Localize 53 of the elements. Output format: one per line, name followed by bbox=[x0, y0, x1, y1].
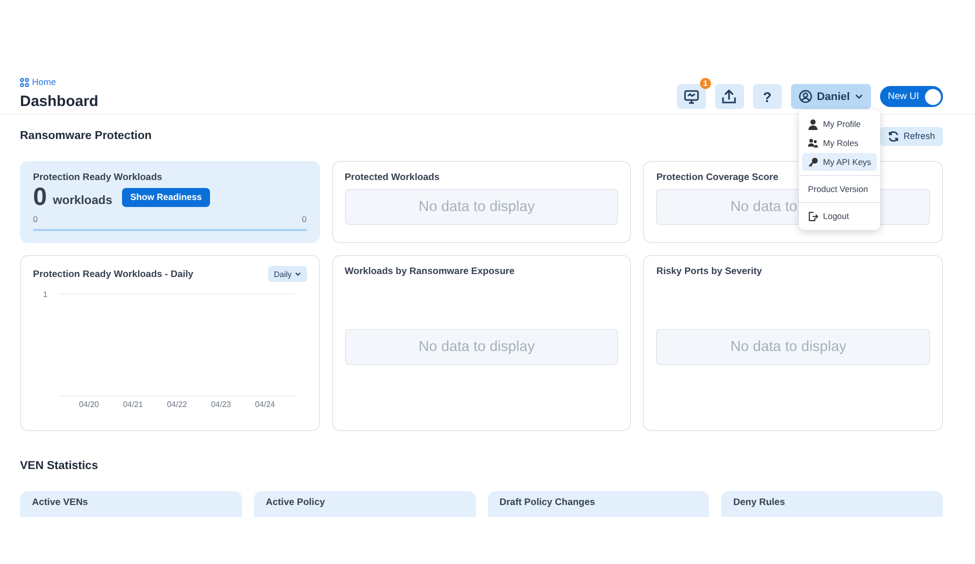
new-ui-toggle[interactable]: New UI bbox=[880, 86, 943, 107]
home-breadcrumb-link[interactable]: Home bbox=[20, 77, 98, 87]
show-readiness-button[interactable]: Show Readiness bbox=[122, 188, 210, 206]
caret-icon bbox=[854, 94, 863, 99]
upload-icon bbox=[722, 89, 736, 104]
person-icon bbox=[808, 118, 818, 130]
refresh-button[interactable]: Refresh bbox=[880, 126, 943, 146]
stat-card: Draft Policy Changes bbox=[488, 491, 710, 517]
menu-item[interactable]: Logout bbox=[802, 207, 877, 225]
card-title: Protection Ready Workloads bbox=[33, 172, 164, 183]
user-icon bbox=[798, 90, 812, 103]
card-title: Protection Ready Workloads - Daily bbox=[33, 268, 194, 280]
menu-item[interactable]: My Profile bbox=[802, 115, 877, 133]
stat-card: Active Policy bbox=[254, 491, 476, 517]
empty-message: No data to display bbox=[418, 199, 535, 215]
card-title: Protection Coverage Score bbox=[656, 172, 780, 183]
card-title: Risky Ports by Severity bbox=[656, 266, 763, 277]
workload-count: 0 bbox=[33, 184, 47, 210]
section-title: VEN Statistics bbox=[20, 460, 98, 472]
empty-message: No data to display bbox=[730, 339, 846, 355]
people-icon bbox=[808, 138, 818, 148]
x-tick-label: 04/23 bbox=[210, 400, 232, 408]
stat-card: Deny Rules bbox=[721, 491, 943, 517]
upload-button[interactable] bbox=[714, 84, 744, 109]
monitor-icon bbox=[684, 90, 699, 104]
y-axis-label: 1 bbox=[43, 290, 48, 299]
page-title: Dashboard bbox=[20, 93, 98, 110]
x-tick-label: 04/24 bbox=[254, 400, 276, 408]
x-tick-label: 04/20 bbox=[78, 400, 100, 408]
range-max-label: 0 bbox=[302, 214, 307, 224]
menu-item[interactable]: Product Version bbox=[802, 180, 877, 198]
card-title: Workloads by Ransomware Exposure bbox=[344, 266, 516, 277]
refresh-icon bbox=[888, 130, 900, 142]
empty-message: No data to display bbox=[418, 339, 535, 355]
logout-icon bbox=[808, 210, 818, 222]
card-title: Protected Workloads bbox=[344, 172, 441, 183]
empty-message: No data to bbox=[730, 199, 798, 215]
stat-card: Active VENs bbox=[20, 491, 242, 517]
menu-item[interactable]: My Roles bbox=[802, 134, 877, 152]
grid-icon bbox=[20, 78, 29, 86]
menu-item[interactable]: My API Keys bbox=[802, 153, 877, 171]
unit-label: workloads bbox=[52, 193, 112, 207]
monitor-button[interactable] bbox=[676, 84, 706, 109]
x-tick-label: 04/21 bbox=[122, 400, 144, 408]
help-button[interactable]: ? bbox=[752, 84, 782, 109]
caret-icon bbox=[294, 272, 301, 276]
range-min-label: 0 bbox=[33, 214, 38, 224]
period-dropdown[interactable]: Daily bbox=[268, 266, 307, 282]
x-tick-label: 04/22 bbox=[166, 400, 188, 408]
notification-badge: 1 bbox=[700, 78, 711, 89]
key-icon bbox=[808, 156, 818, 168]
user-menu-button[interactable]: Daniel bbox=[790, 84, 871, 109]
section-title: Ransomware Protection bbox=[20, 130, 152, 142]
